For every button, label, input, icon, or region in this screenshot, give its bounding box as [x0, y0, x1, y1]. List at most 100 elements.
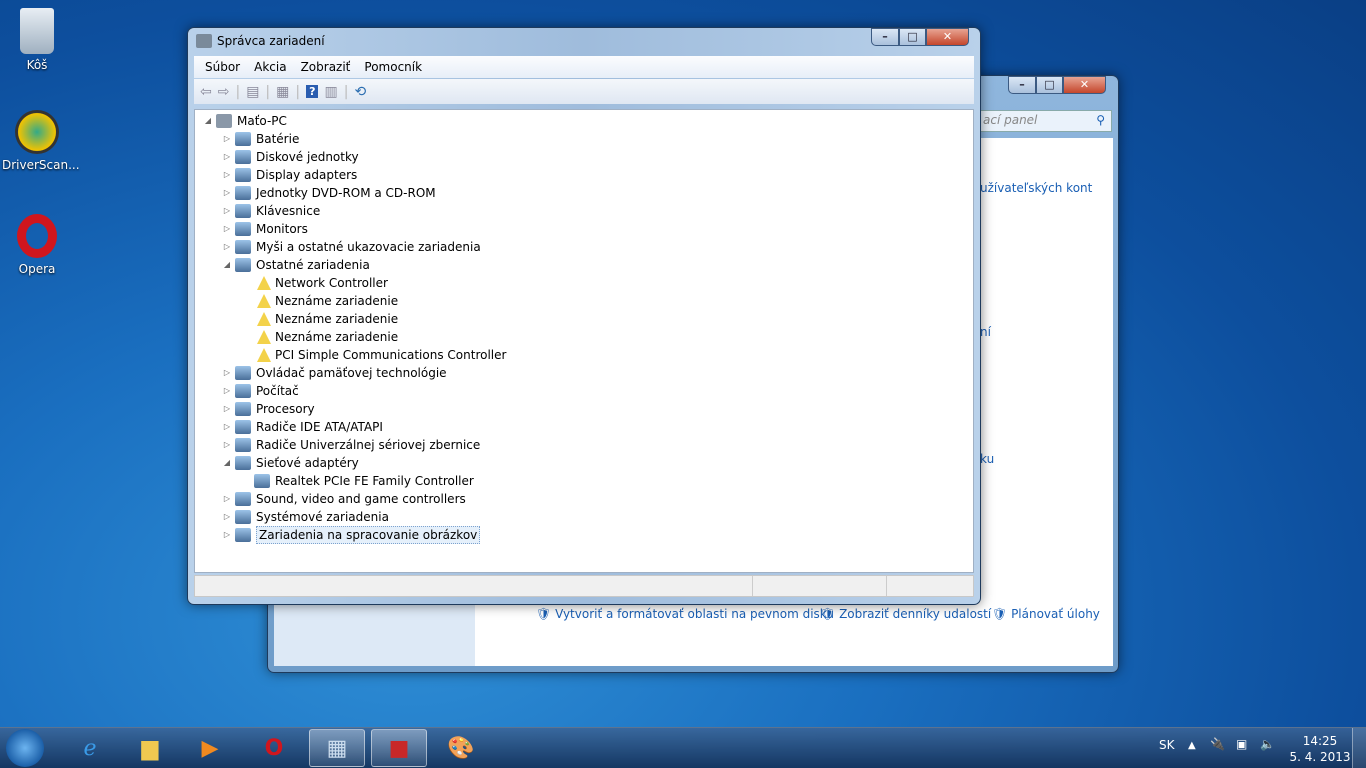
tree-item[interactable]: ▷ Sound, video and game controllers: [222, 490, 466, 508]
tree-item[interactable]: ▷ Batérie: [222, 130, 299, 148]
help-icon[interactable]: ?: [306, 85, 319, 98]
device-category-icon: [235, 168, 251, 182]
link-event-logs[interactable]: 🛡 Zobraziť denníky udalostí: [820, 607, 991, 621]
expand-arrow-icon[interactable]: ▷: [222, 382, 232, 400]
desktop-icon-recycle-bin[interactable]: Kôš: [2, 8, 72, 72]
show-desktop-button[interactable]: [1352, 728, 1366, 768]
menu-view[interactable]: Zobraziť: [294, 60, 358, 74]
search-input[interactable]: ací panel ⚲: [976, 110, 1112, 132]
network-icon[interactable]: ▣: [1236, 737, 1247, 751]
properties-icon[interactable]: ▦: [276, 84, 289, 100]
desktop-icon-driverscanner[interactable]: DriverScan...: [2, 110, 80, 172]
link-user-accounts[interactable]: užívateľských kont: [980, 181, 1092, 195]
link-disk-partitions[interactable]: 🛡 Vytvoriť a formátovať oblasti na pevno…: [536, 607, 834, 621]
tree-item-label: Radiče IDE ATA/ATAPI: [256, 420, 383, 434]
taskbar-opera[interactable]: O: [246, 729, 302, 767]
opera-icon: [17, 214, 57, 258]
expand-arrow-icon[interactable]: ▷: [222, 130, 232, 148]
tree-item[interactable]: ◢ Maťo-PC: [203, 112, 287, 130]
desktop-icon-opera[interactable]: Opera: [2, 214, 72, 276]
collapse-arrow-icon[interactable]: ◢: [222, 454, 232, 472]
show-hide-console-tree-icon[interactable]: ▤: [246, 84, 259, 100]
expand-arrow-icon[interactable]: ▷: [222, 490, 232, 508]
tree-item[interactable]: Realtek PCIe FE Family Controller: [241, 472, 474, 490]
tree-item[interactable]: ▷ Diskové jednotky: [222, 148, 359, 166]
device-manager-window[interactable]: Správca zariadení – □ ✕ Súbor Akcia Zobr…: [187, 27, 981, 605]
device-tree[interactable]: ◢ Maťo-PC ▷ Batérie ▷ Diskové jednotky ▷ Displa…: [194, 109, 974, 573]
scan-hardware-icon[interactable]: ⟲: [354, 84, 366, 100]
tree-item[interactable]: PCI Simple Communications Controller: [241, 346, 506, 364]
expand-arrow-icon[interactable]: ▷: [222, 220, 232, 238]
maximize-button[interactable]: □: [899, 28, 926, 46]
warning-device-icon: [257, 348, 271, 362]
taskbar-paint[interactable]: 🎨: [433, 729, 489, 767]
taskbar-explorer[interactable]: ▆: [122, 729, 178, 767]
expand-arrow-icon[interactable]: ▷: [222, 364, 232, 382]
close-button[interactable]: ✕: [926, 28, 969, 46]
search-icon[interactable]: ⚲: [1096, 113, 1105, 127]
tree-item[interactable]: ▷ Monitors: [222, 220, 308, 238]
back-icon[interactable]: ⇦: [200, 84, 212, 100]
menu-help[interactable]: Pomocník: [357, 60, 429, 74]
expand-arrow-icon[interactable]: ▷: [222, 436, 232, 454]
language-indicator[interactable]: SK: [1159, 738, 1175, 752]
tree-item[interactable]: Network Controller: [241, 274, 388, 292]
expand-arrow-icon[interactable]: ▷: [222, 166, 232, 184]
tree-item[interactable]: ▷ Klávesnice: [222, 202, 320, 220]
power-icon[interactable]: 🔌: [1210, 737, 1225, 751]
tree-item[interactable]: ▷ Radiče Univerzálnej sériovej zbernice: [222, 436, 480, 454]
tree-item[interactable]: ▷ Počítač: [222, 382, 299, 400]
tree-item[interactable]: ▷ Myši a ostatné ukazovacie zariadenia: [222, 238, 481, 256]
expand-arrow-icon[interactable]: ▷: [222, 238, 232, 256]
tree-item[interactable]: Neznáme zariadenie: [241, 310, 398, 328]
taskbar-media-player[interactable]: ▶: [182, 729, 238, 767]
tree-item-label: Neznáme zariadenie: [275, 330, 399, 344]
device-category-icon: [235, 492, 251, 506]
expand-arrow-icon[interactable]: ▷: [222, 184, 232, 202]
minimize-button[interactable]: –: [871, 28, 899, 46]
tree-item[interactable]: ▷ Display adapters: [222, 166, 357, 184]
tree-item-label: Sound, video and game controllers: [256, 492, 466, 506]
menu-action[interactable]: Akcia: [247, 60, 293, 74]
tree-item-label: Maťo-PC: [237, 114, 287, 128]
expand-arrow-icon[interactable]: ▷: [222, 202, 232, 220]
expand-arrow-icon[interactable]: ▷: [222, 148, 232, 166]
collapse-arrow-icon[interactable]: ◢: [222, 256, 232, 274]
tree-item[interactable]: Neznáme zariadenie: [241, 328, 398, 346]
close-button[interactable]: ✕: [1063, 76, 1106, 94]
start-button[interactable]: [6, 729, 44, 767]
forward-icon[interactable]: ⇨: [218, 84, 230, 100]
tree-item[interactable]: ▷ Radiče IDE ATA/ATAPI: [222, 418, 383, 436]
device-category-icon: [235, 420, 251, 434]
tree-item[interactable]: Neznáme zariadenie: [241, 292, 398, 310]
tree-item-label: Počítač: [256, 384, 299, 398]
show-hidden-icons[interactable]: ▲: [1188, 740, 1196, 751]
driverscanner-icon: [15, 110, 59, 154]
expand-arrow-icon[interactable]: ▷: [222, 418, 232, 436]
tree-item[interactable]: ▷ Jednotky DVD-ROM a CD-ROM: [222, 184, 436, 202]
taskbar-device-manager[interactable]: ■: [371, 729, 427, 767]
device-category-icon: [235, 402, 251, 416]
expand-arrow-icon[interactable]: ▷: [222, 400, 232, 418]
show-action-pane-icon[interactable]: ▥: [324, 84, 337, 100]
tree-item[interactable]: ◢ Sieťové adaptéry: [222, 454, 359, 472]
link-partial-1[interactable]: ní: [980, 325, 991, 339]
expand-arrow-icon[interactable]: ▷: [222, 526, 232, 544]
minimize-button[interactable]: –: [1008, 76, 1036, 94]
tree-item[interactable]: ▷ Procesory: [222, 400, 315, 418]
taskbar-ie[interactable]: ℯ: [62, 729, 118, 767]
maximize-button[interactable]: □: [1036, 76, 1063, 94]
clock[interactable]: 14:25 5. 4. 2013: [1285, 733, 1355, 765]
tree-item[interactable]: ▷ Systémové zariadenia: [222, 508, 389, 526]
warning-device-icon: [257, 330, 271, 344]
taskbar-control-panel[interactable]: ▦: [309, 729, 365, 767]
tree-item[interactable]: ◢ Ostatné zariadenia: [222, 256, 370, 274]
expand-arrow-icon[interactable]: ▷: [222, 508, 232, 526]
tree-item[interactable]: ▷ Zariadenia na spracovanie obrázkov: [222, 526, 481, 544]
collapse-arrow-icon[interactable]: ◢: [203, 112, 213, 130]
tree-item[interactable]: ▷ Ovládač pamäťovej technológie: [222, 364, 447, 382]
link-partial-2[interactable]: ku: [980, 452, 994, 466]
volume-icon[interactable]: 🔈: [1260, 737, 1275, 751]
link-task-scheduler[interactable]: 🛡 Plánovať úlohy: [992, 607, 1100, 621]
menu-file[interactable]: Súbor: [198, 60, 247, 74]
